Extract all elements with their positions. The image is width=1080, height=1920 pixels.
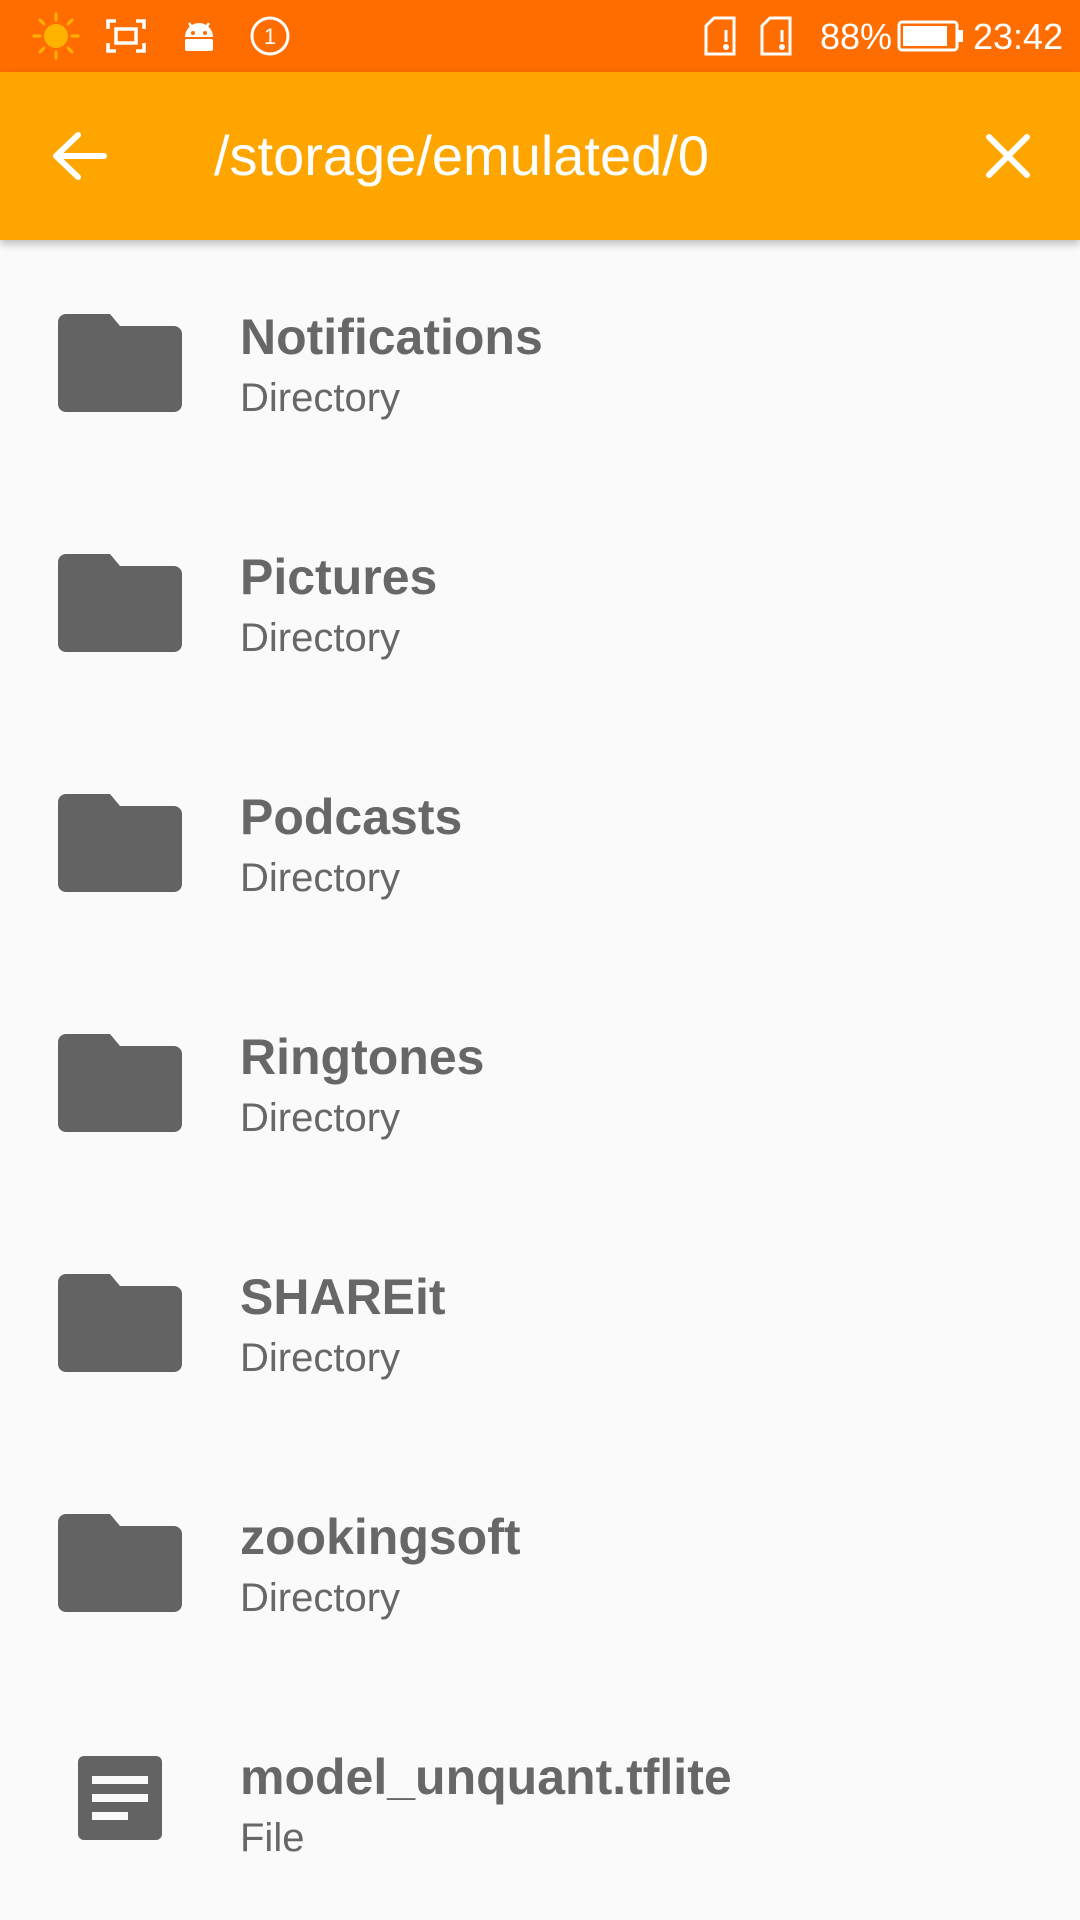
arrow-back-icon — [53, 132, 107, 180]
sim-card-icon — [702, 0, 738, 72]
close-icon — [986, 134, 1030, 178]
list-item[interactable]: Notifications Directory — [0, 240, 1080, 480]
item-name: model_unquant.tflite — [240, 1749, 732, 1805]
folder-icon — [58, 552, 182, 652]
list-item[interactable]: Ringtones Directory — [0, 960, 1080, 1200]
item-type: File — [240, 1816, 305, 1860]
app-bar: /storage/emulated/0 — [0, 72, 1080, 240]
folder-icon — [58, 312, 182, 412]
item-name: Ringtones — [240, 1029, 485, 1085]
item-type: Directory — [240, 856, 401, 900]
sim-card-2-icon — [758, 0, 794, 72]
item-name: zookingsoft — [240, 1509, 521, 1565]
weather-sun-icon — [26, 0, 86, 72]
close-button[interactable] — [968, 116, 1048, 196]
android-icon — [180, 0, 218, 72]
screenshot-icon — [104, 0, 148, 72]
item-type: Directory — [240, 1336, 401, 1380]
path-title: /storage/emulated/0 — [214, 124, 709, 187]
list-item[interactable]: model_unquant.tflite File — [0, 1680, 1080, 1920]
battery-icon — [896, 0, 966, 72]
list-item[interactable]: zookingsoft Directory — [0, 1440, 1080, 1680]
folder-icon — [58, 792, 182, 892]
notification-count-icon: 1 — [248, 0, 292, 72]
battery-fill — [903, 26, 947, 46]
item-name: Notifications — [240, 309, 543, 365]
status-bar: 1 88% 23:42 — [0, 0, 1080, 72]
list-item[interactable]: SHAREit Directory — [0, 1200, 1080, 1440]
item-name: SHAREit — [240, 1269, 446, 1325]
notification-count: 1 — [264, 24, 276, 49]
folder-icon — [58, 1512, 182, 1612]
list-item[interactable]: Pictures Directory — [0, 480, 1080, 720]
back-button[interactable] — [40, 116, 120, 196]
item-type: Directory — [240, 1096, 401, 1140]
item-type: Directory — [240, 616, 401, 660]
item-type: Directory — [240, 1576, 401, 1620]
battery-percent: 88% — [820, 16, 893, 57]
clock: 23:42 — [973, 16, 1064, 57]
folder-icon — [58, 1032, 182, 1132]
item-name: Pictures — [240, 549, 438, 605]
file-document-icon — [58, 1750, 182, 1850]
item-name: Podcasts — [240, 789, 463, 845]
item-type: Directory — [240, 376, 401, 420]
folder-icon — [58, 1272, 182, 1372]
list-item[interactable]: Podcasts Directory — [0, 720, 1080, 960]
